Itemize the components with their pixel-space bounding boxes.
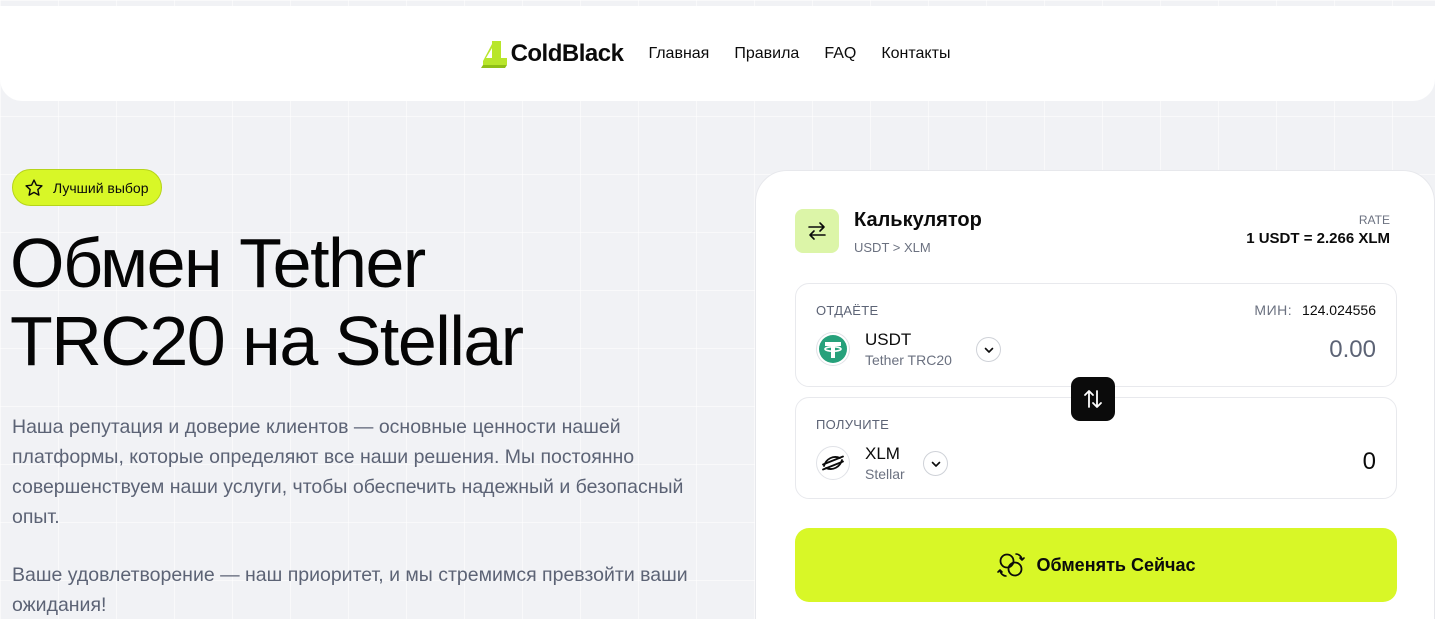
star-icon [25, 178, 43, 196]
nav-link-rules[interactable]: Правила [734, 45, 799, 63]
site-header: ColdBlack Главная Правила FAQ Контакты [0, 6, 1435, 101]
page-title: Обмен Tether TRC20 на Stellar [10, 224, 730, 380]
give-label: ОТДАЁТЕ [816, 303, 879, 318]
calculator-title: Калькулятор [854, 209, 982, 231]
give-coin-icon [816, 332, 850, 366]
exchange-now-label: Обменять Сейчас [1036, 554, 1196, 575]
title-line-1: Обмен Tether [10, 224, 426, 302]
rate-value: 1 USDT = 2.266 XLM [1246, 230, 1390, 247]
title-line-2: TRC20 на Stellar [10, 302, 524, 380]
arrows-up-down-icon [1084, 390, 1102, 408]
rate-label: RATE [1358, 213, 1390, 227]
hero-paragraph-1: Наша репутация и доверие клиентов — осно… [12, 416, 684, 528]
hero-paragraph-2: Ваше удовлетворение — наш приоритет, и м… [12, 564, 688, 616]
get-coin-dropdown[interactable] [923, 451, 948, 476]
best-choice-badge: Лучший выбор [12, 169, 162, 206]
badge-text: Лучший выбор [53, 179, 149, 196]
min-label: МИН: [1254, 302, 1293, 318]
header-inner: ColdBlack Главная Правила FAQ Контакты [479, 39, 950, 69]
chevron-down-icon [931, 461, 940, 467]
give-amount-input[interactable]: 0.00 [1329, 336, 1376, 364]
tether-icon [819, 335, 847, 363]
give-box: ОТДАЁТЕ МИН: 124.024556 USDT Tether TRC2… [795, 283, 1397, 387]
nav-link-faq[interactable]: FAQ [824, 45, 856, 63]
coldblack-logo-icon [480, 40, 507, 68]
arrows-left-right-icon [808, 222, 826, 240]
give-coin-name: USDT [865, 330, 912, 349]
give-coin-network: Tether TRC20 [865, 352, 952, 368]
give-coin-dropdown[interactable] [976, 337, 1001, 362]
get-amount-value: 0 [1362, 448, 1376, 475]
logo[interactable]: ColdBlack [479, 39, 624, 69]
get-coin-icon [816, 446, 850, 480]
exchange-now-button[interactable]: Обменять Сейчас [795, 528, 1397, 602]
calculator-icon-box [795, 209, 839, 253]
logo-text: ColdBlack [510, 39, 624, 67]
get-coin-name: XLM [865, 444, 900, 463]
nav-link-home[interactable]: Главная [648, 45, 709, 63]
min-amount: МИН: 124.024556 [1254, 302, 1376, 318]
stellar-icon [822, 455, 844, 471]
get-label: ПОЛУЧИТЕ [816, 417, 890, 432]
min-value: 124.024556 [1302, 302, 1376, 318]
swap-button[interactable] [1071, 377, 1115, 421]
nav-link-contacts[interactable]: Контакты [881, 45, 950, 63]
calculator-pair: USDT > XLM [854, 240, 931, 255]
get-coin-network: Stellar [865, 466, 905, 482]
exchange-calculator-card: Калькулятор USDT > XLM RATE 1 USDT = 2.2… [755, 170, 1435, 619]
chevron-down-icon [984, 347, 993, 353]
coins-exchange-icon [997, 553, 1026, 577]
